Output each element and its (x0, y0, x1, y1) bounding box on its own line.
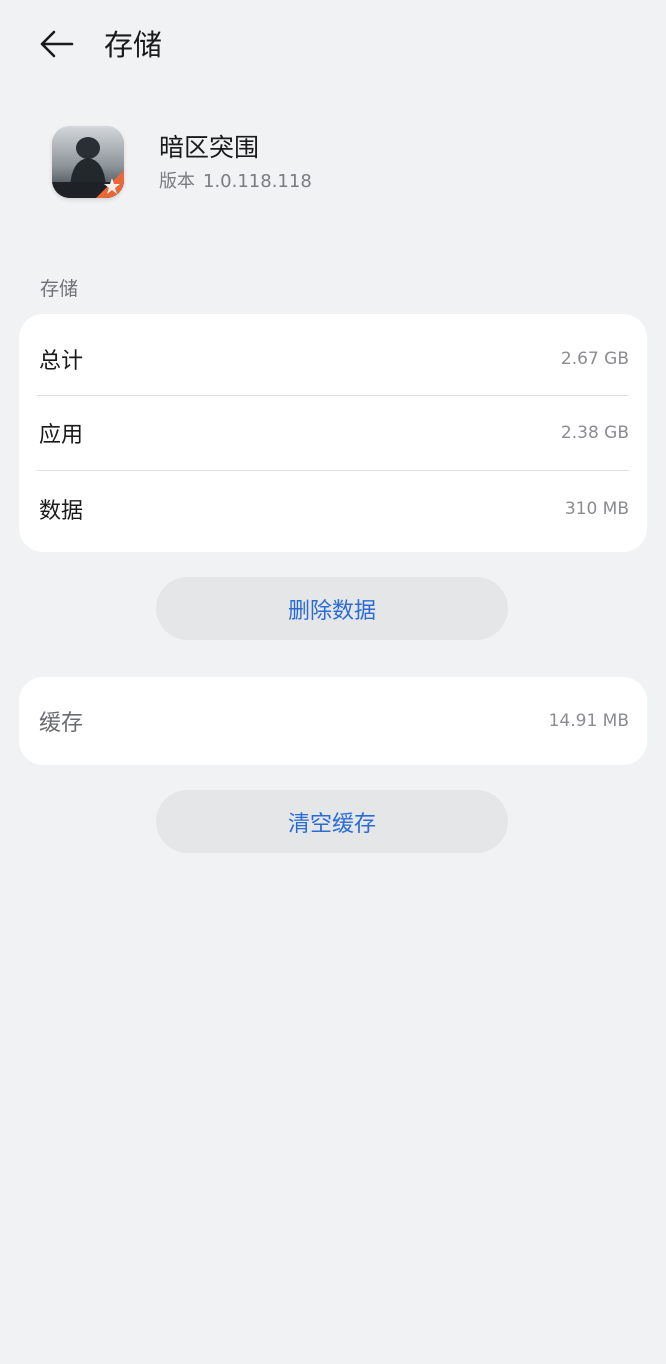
top-app-bar: 存储 (0, 0, 666, 90)
delete-data-button[interactable]: 删除数据 (156, 577, 508, 640)
row-label: 总计 (39, 349, 84, 374)
storage-row-data: 数据 310 MB (37, 472, 629, 546)
clear-cache-button[interactable]: 清空缓存 (156, 790, 508, 853)
app-name: 暗区突围 (159, 133, 260, 162)
row-label: 数据 (39, 499, 84, 524)
cache-value: 14.91 MB (548, 711, 629, 731)
storage-row-total: 总计 2.67 GB (37, 322, 629, 396)
storage-section-label: 存储 (40, 278, 79, 300)
page-title: 存储 (104, 28, 163, 62)
divider (37, 470, 629, 471)
version-number: 1.0.118.118 (203, 171, 312, 192)
storage-card: 总计 2.67 GB 应用 2.38 GB 数据 310 MB (19, 314, 647, 552)
row-value: 2.67 GB (560, 349, 629, 369)
storage-row-app: 应用 2.38 GB (37, 396, 629, 470)
app-info: 暗区突围 版本 1.0.118.118 (52, 126, 632, 200)
app-icon (52, 126, 124, 198)
app-version: 版本 1.0.118.118 (159, 170, 312, 194)
arrow-left-icon (40, 30, 74, 58)
cache-label: 缓存 (39, 711, 84, 736)
row-value: 310 MB (564, 499, 629, 519)
back-button[interactable] (32, 22, 80, 66)
version-label: 版本 (159, 171, 195, 192)
row-label: 应用 (39, 423, 84, 448)
cache-card: 缓存 14.91 MB (19, 677, 647, 765)
cache-row: 缓存 14.91 MB (37, 684, 629, 758)
row-value: 2.38 GB (560, 423, 629, 443)
